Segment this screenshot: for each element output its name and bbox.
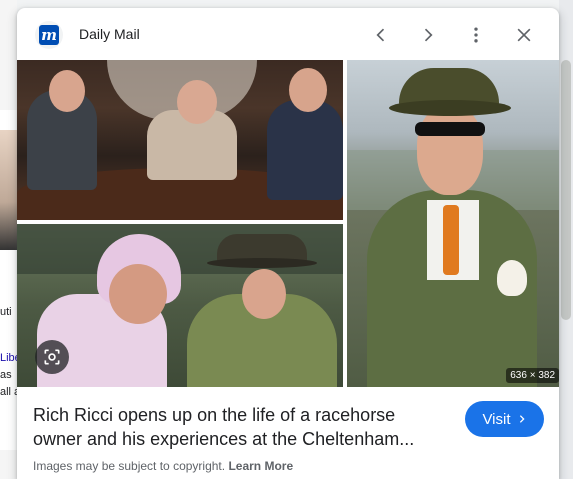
image-gallery: 636 × 382: [17, 60, 559, 387]
close-button[interactable]: [510, 21, 538, 49]
lens-icon: [44, 349, 60, 365]
preview-header: m Daily Mail: [17, 8, 559, 60]
chevron-right-icon: [424, 28, 433, 42]
image-dimensions-badge: 636 × 382: [506, 368, 559, 383]
search-results-page: uti Libe as all a m Daily Mail: [0, 0, 573, 479]
next-button[interactable]: [414, 21, 442, 49]
daily-mail-logo-icon: m: [39, 25, 59, 45]
image-preview-panel: m Daily Mail 636 × 382 Rich Ricci opens …: [17, 8, 559, 479]
previous-button[interactable]: [367, 21, 395, 49]
copyright-notice: Images may be subject to copyright. Lear…: [33, 459, 293, 473]
photo-owner-in-tweed[interactable]: 636 × 382: [347, 60, 559, 387]
result-title[interactable]: Rich Ricci opens up on the life of a rac…: [33, 403, 443, 451]
chevron-right-icon: [519, 415, 525, 423]
more-options-button[interactable]: [462, 21, 490, 49]
visit-button-label: Visit: [482, 410, 511, 428]
background-snippet: all a: [0, 386, 17, 398]
visit-button[interactable]: Visit: [465, 401, 544, 437]
background-snippet[interactable]: Libe: [0, 352, 17, 364]
more-vert-icon: [474, 27, 478, 43]
learn-more-link[interactable]: Learn More: [228, 459, 293, 473]
photo-three-men-at-table[interactable]: [17, 60, 343, 220]
source-favicon[interactable]: m: [35, 21, 63, 49]
copyright-text: Images may be subject to copyright.: [33, 459, 226, 473]
background-snippet: as: [0, 369, 12, 381]
close-icon: [517, 28, 531, 42]
background-result-thumbnail[interactable]: [0, 130, 17, 250]
page-scrollbar[interactable]: [559, 0, 573, 479]
preview-info: Rich Ricci opens up on the life of a rac…: [17, 387, 559, 479]
visual-search-button[interactable]: [35, 340, 69, 374]
source-name[interactable]: Daily Mail: [79, 26, 140, 42]
background-snippet: uti: [0, 306, 12, 318]
chevron-left-icon: [376, 28, 385, 42]
scrollbar-thumb[interactable]: [561, 60, 571, 320]
